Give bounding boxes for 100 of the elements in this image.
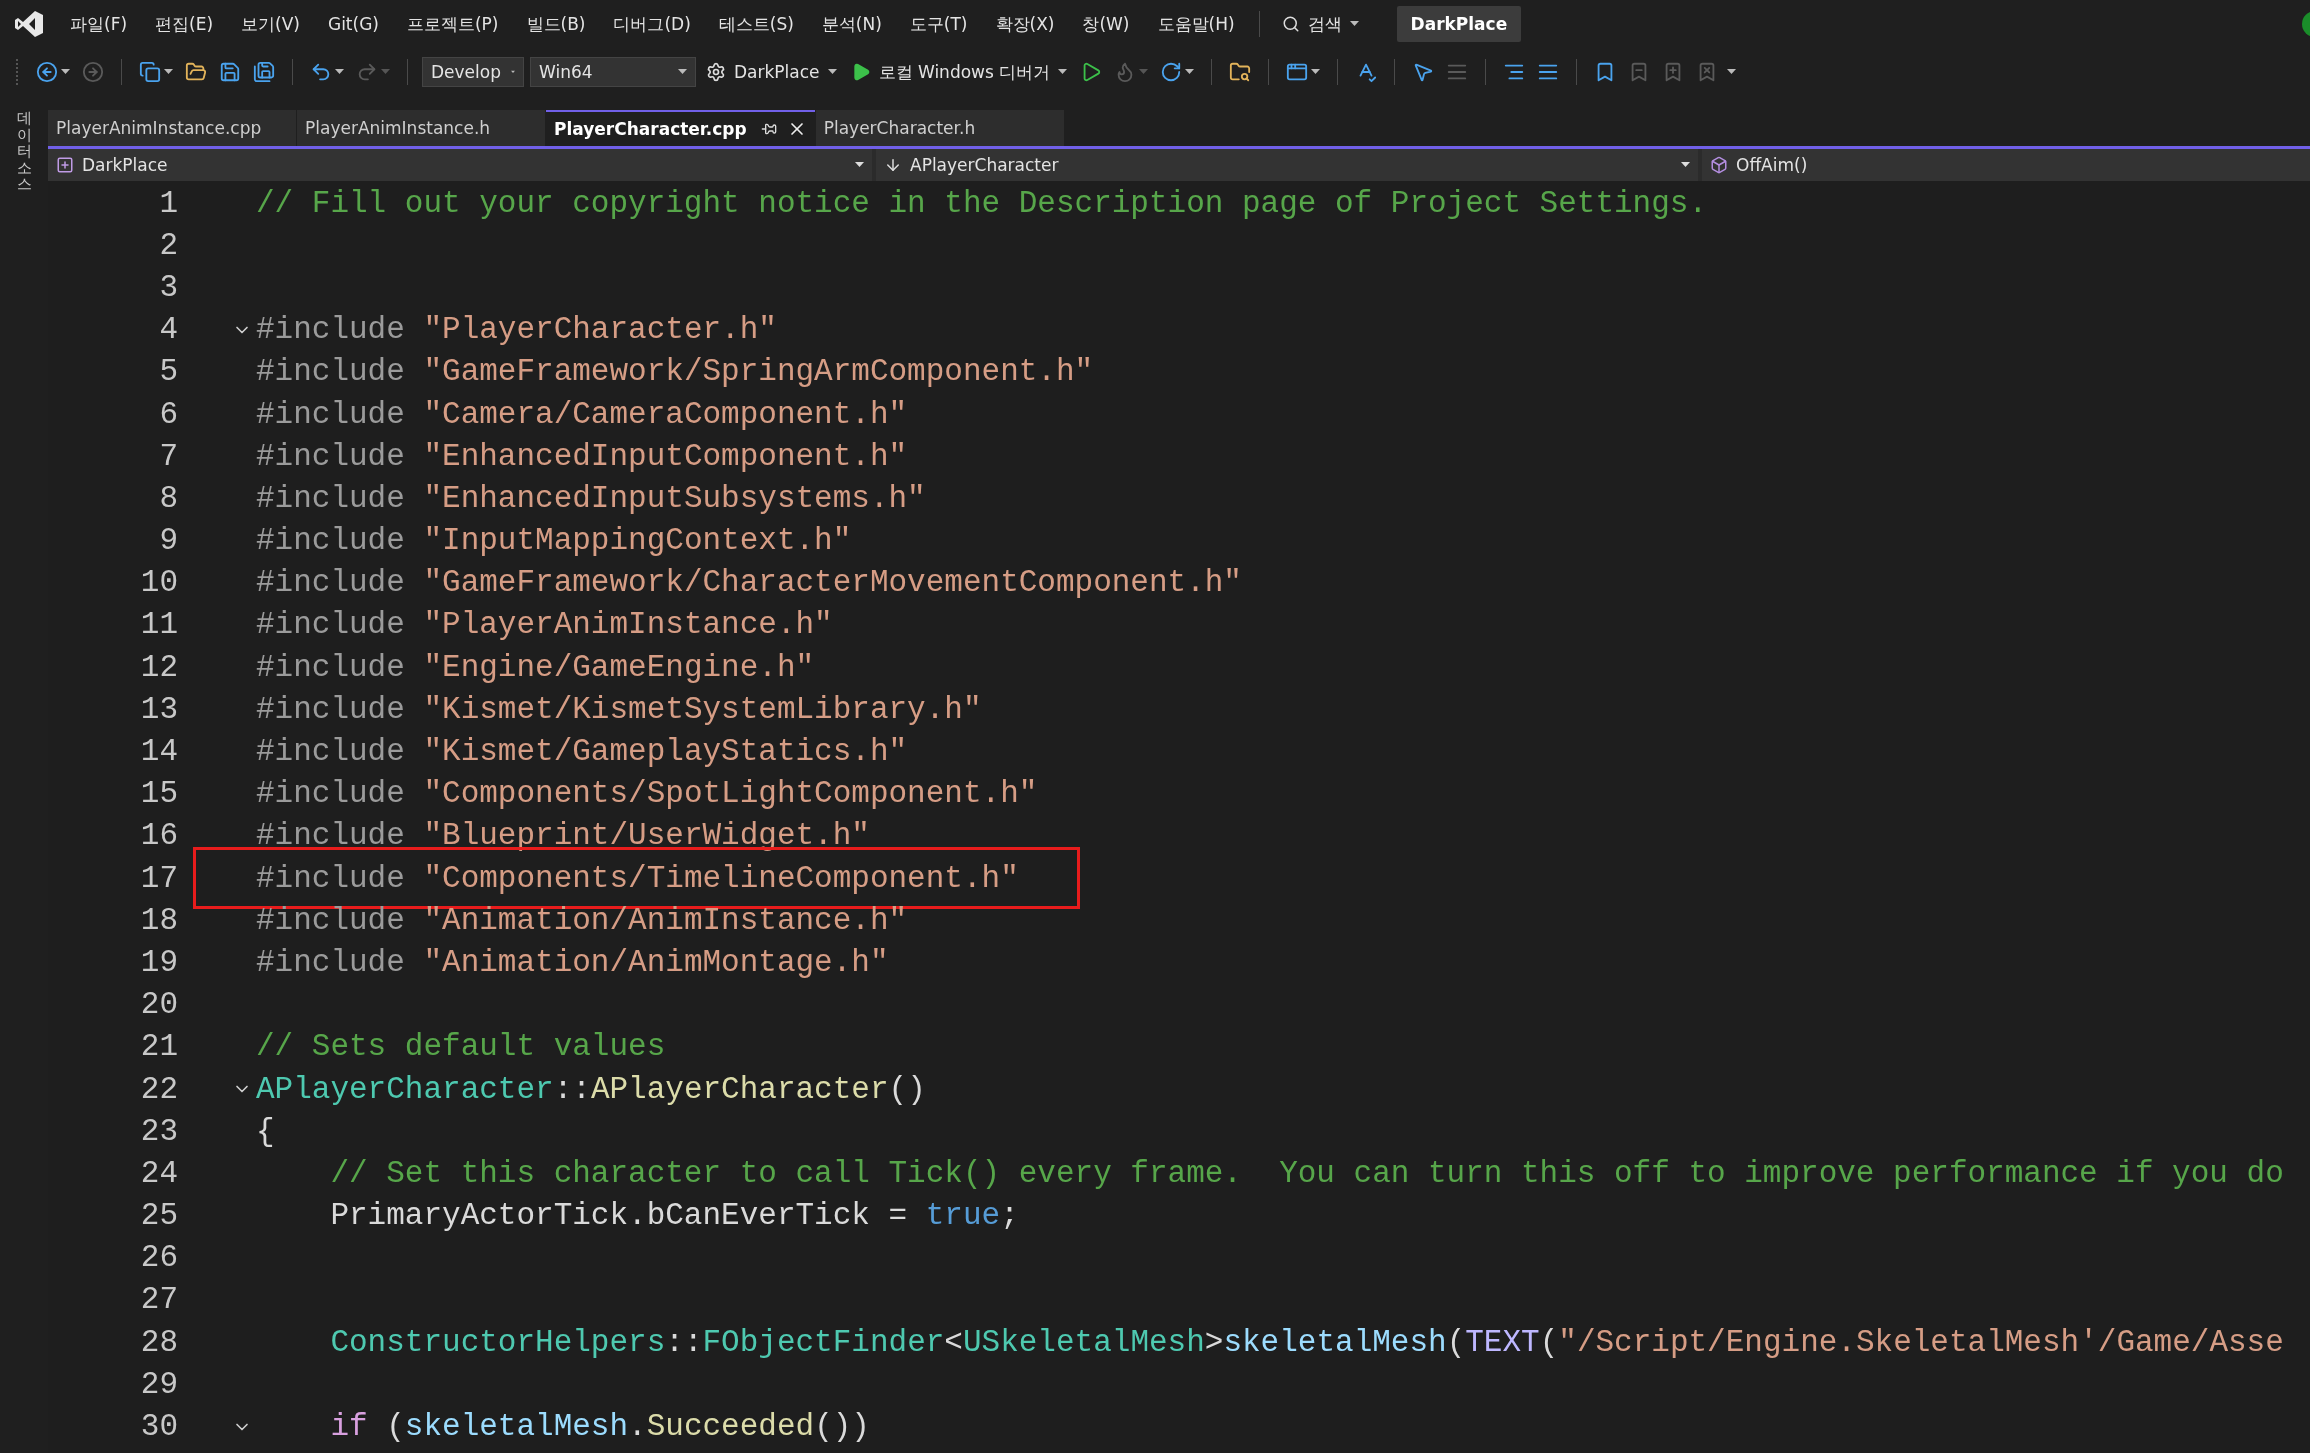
menu-item[interactable]: 테스트(S) [706, 6, 806, 42]
caret-icon[interactable] [335, 69, 344, 75]
line-number: 4 [158, 312, 178, 348]
line-number: 12 [139, 649, 178, 685]
menu-item[interactable]: 확장(X) [983, 6, 1067, 42]
line-number: 26 [139, 1240, 178, 1276]
pin-icon [760, 121, 777, 137]
folder-icon [185, 61, 207, 83]
app-logo-icon [14, 10, 44, 38]
caret-icon[interactable] [164, 69, 173, 75]
code-line: // Set this character to call Tick() every frame. You can turn this off to improve performance if you do [329, 1155, 2285, 1191]
project-dropdown[interactable]: DarkPlace [48, 149, 872, 181]
menu-item[interactable]: 창(W) [1070, 6, 1142, 42]
line-number: 28 [139, 1324, 178, 1360]
save-icon [219, 61, 241, 83]
line-number: 20 [139, 987, 178, 1023]
line-number: 23 [139, 1113, 178, 1149]
code-line: #include "Animation/AnimMontage.h" [256, 944, 890, 980]
code-line: #include "Engine/GameEngine.h" [256, 649, 816, 685]
line-number: 2 [158, 227, 178, 263]
caret-icon[interactable] [1185, 69, 1195, 75]
line-number: 18 [139, 902, 178, 938]
restart-icon [1160, 61, 1183, 83]
line-number: 27 [139, 1282, 178, 1318]
line-number: 25 [139, 1198, 178, 1234]
side-panel-tab[interactable]: 데이터 소스 [16, 110, 32, 193]
line-number: 21 [139, 1029, 178, 1065]
file-tab[interactable]: PlayerCharacter.h [815, 110, 1064, 146]
startup-project-button[interactable]: DarkPlace [702, 60, 841, 84]
search-button[interactable]: 검색 [1271, 8, 1369, 40]
code-line: // Sets default values [256, 1029, 667, 1065]
code-line: #include "GameFramework/SpringArmComponent.h" [256, 354, 1095, 390]
code-line: #include "EnhancedInputComponent.h" [256, 438, 909, 474]
code-line: // Fill out your copyright notice in the Description page of Project Settings. [256, 185, 1709, 221]
line-number: 8 [158, 480, 178, 516]
code-line: PrimaryActorTick.bCanEverTick = true; [329, 1198, 1020, 1234]
code-line: #include "EnhancedInputSubsystems.h" [256, 480, 927, 516]
file-tab[interactable]: PlayerAnimInstance.h [297, 110, 545, 146]
caret-icon[interactable] [1311, 69, 1321, 75]
code-line: if (skeletalMesh.Succeeded()) [329, 1409, 871, 1445]
menu-item[interactable]: 파일(F) [58, 6, 140, 42]
scope-dropdown[interactable]: APlayerCharacter [876, 149, 1698, 181]
search-icon [1281, 15, 1300, 33]
line-number: 6 [158, 396, 178, 432]
code-line: #include "Animation/AnimInstance.h" [256, 902, 909, 938]
code-line: #include "Camera/CameraComponent.h" [256, 396, 909, 432]
line-number: 9 [158, 523, 178, 559]
code-line: #include "GameFramework/CharacterMovementComponent.h" [256, 565, 1243, 601]
file-tab[interactable]: PlayerAnimInstance.cpp [48, 110, 296, 146]
line-number: 13 [139, 691, 178, 727]
caret-icon[interactable] [1681, 162, 1690, 168]
menu-item[interactable]: 디버그(D) [601, 6, 703, 42]
caret-icon[interactable] [1727, 69, 1737, 75]
caret-icon[interactable] [1058, 69, 1068, 75]
caret-icon[interactable] [678, 69, 687, 75]
line-number: 16 [139, 818, 178, 854]
caret-icon[interactable] [511, 69, 515, 75]
solution-name: DarkPlace [1396, 6, 1522, 42]
code-line: { [256, 1113, 276, 1149]
caret-icon[interactable] [855, 162, 864, 168]
window-icon [1286, 61, 1309, 83]
caret-icon[interactable] [1349, 21, 1359, 27]
caret-icon[interactable] [61, 69, 70, 75]
menu-item[interactable]: 도구(T) [897, 6, 980, 42]
line-number: 3 [158, 269, 178, 305]
save-all-icon [253, 61, 275, 83]
code-line: #include "Components/SpotLightComponent.h" [256, 776, 1039, 812]
gear-icon [706, 62, 726, 82]
menu-item[interactable]: Git(G) [315, 8, 391, 40]
line-number: 15 [139, 776, 178, 812]
caret-icon[interactable] [827, 69, 837, 75]
menu-item[interactable]: 보기(V) [229, 6, 312, 42]
pointer-icon [1412, 61, 1435, 83]
code-line: #include "Components/TimelineComponent.h" [256, 860, 1020, 896]
menu-item[interactable]: 프로젝트(P) [394, 6, 511, 42]
line-number: 19 [139, 944, 178, 980]
line-number: 17 [139, 860, 178, 896]
redo-icon [356, 61, 378, 83]
line-number: 30 [139, 1409, 178, 1445]
folder-search-icon [1229, 61, 1252, 83]
dropdown[interactable]: Win64 [530, 57, 696, 87]
start-debugging-button[interactable]: 로컬 Windows 디버거 [846, 58, 1072, 86]
menu-item[interactable]: 분석(N) [809, 6, 894, 42]
line-number: 29 [139, 1366, 178, 1402]
new-item-icon [139, 61, 161, 83]
line-number: 22 [139, 1071, 178, 1107]
code-line: #include "Blueprint/UserWidget.h" [256, 818, 871, 854]
code-line: #include "PlayerCharacter.h" [256, 312, 778, 348]
menu-item[interactable]: 빌드(B) [514, 6, 598, 42]
line-number: 14 [139, 734, 178, 770]
dropdown[interactable]: Develop [422, 57, 524, 87]
project-icon [56, 156, 74, 174]
menu-item[interactable]: 편집(E) [143, 6, 226, 42]
cube-icon [1710, 156, 1728, 174]
line-number: 24 [139, 1155, 178, 1191]
code-line: APlayerCharacter::APlayerCharacter() [256, 1071, 927, 1107]
code-line: #include "Kismet/GameplayStatics.h" [256, 734, 909, 770]
code-line: ConstructorHelpers::FObjectFinder<USkeletalMesh>skeletalMesh(TEXT("/Script/Engine.SkeletalMesh'/Game/Asse [329, 1324, 2285, 1360]
menu-item[interactable]: 도움말(H) [1145, 6, 1247, 42]
member-dropdown[interactable]: OffAim() [1702, 149, 2310, 181]
